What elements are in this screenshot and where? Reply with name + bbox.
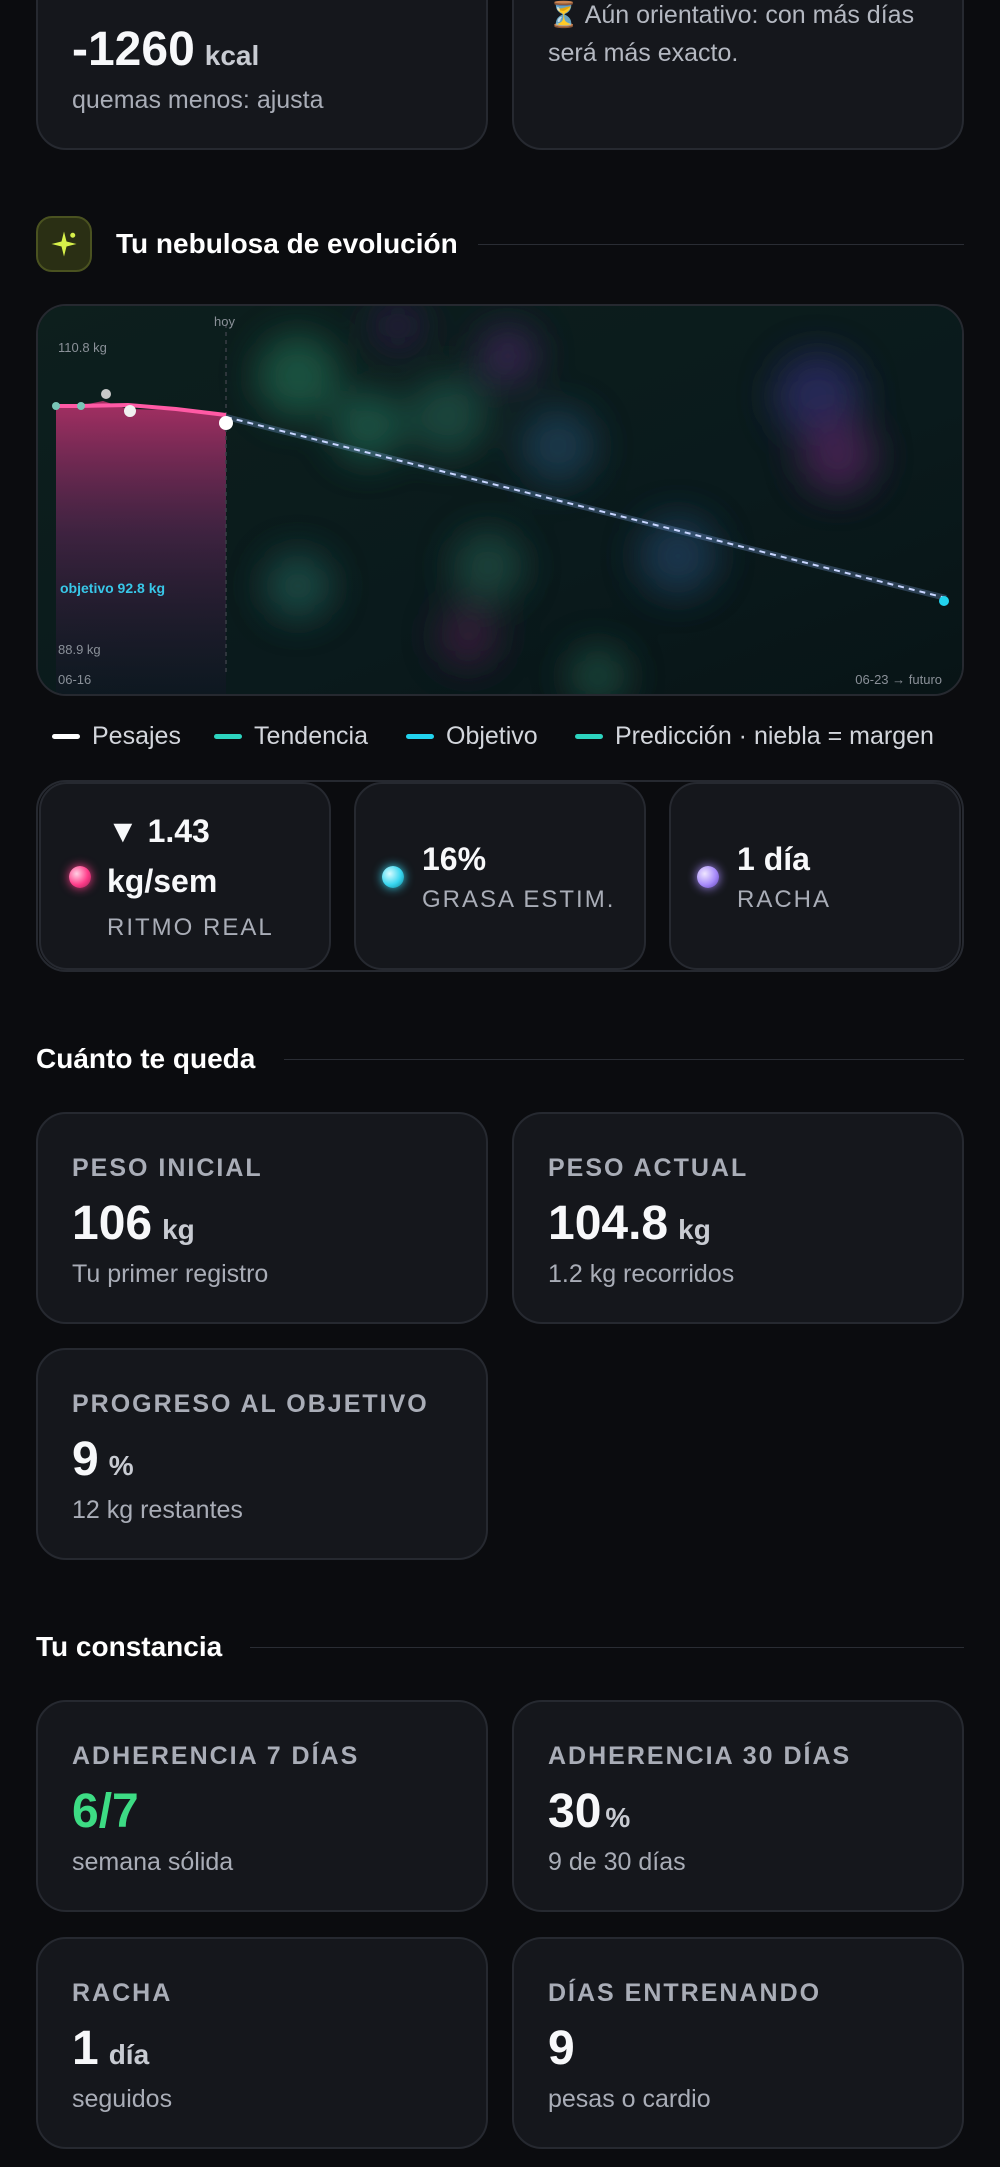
consistency-title: Tu constancia [36,1631,223,1662]
card-label: PESO INICIAL [72,1154,263,1182]
orientative-card: ⏳ Aún orientativo: con más días será más… [512,0,964,150]
goal-point [939,596,949,606]
card-sub: 12 kg restantes [72,1496,243,1524]
divider [250,1647,964,1648]
initial-weight-card: PESO INICIAL 106 kg Tu primer registro [36,1112,488,1324]
stat-rate-value: ▼ 1.43 kg/sem [107,813,218,899]
deficit-card: -1260 kcal quemas menos: ajusta [36,0,488,150]
card-sub: 1.2 kg recorridos [548,1260,735,1288]
legend-swatch [52,734,80,739]
stat-fat-value: 16% [422,841,487,877]
card-value: 6/7 [72,1785,139,1838]
stat-streak-value: 1 día [737,841,810,877]
nebula-icon-badge [36,216,92,272]
card-sub: Tu primer registro [72,1260,269,1288]
card-label: PROGRESO AL OBJETIVO [72,1390,429,1418]
card-sub: pesas o cardio [548,2085,711,2113]
pink-orb-icon [69,866,91,888]
hourglass-icon: ⏳ [548,1,580,29]
current-weight-card: PESO ACTUAL 104.8 kg 1.2 kg recorridos [512,1112,964,1324]
weigh-in-point [101,389,111,399]
goal-progress-card: PROGRESO AL OBJETIVO 9% 12 kg restantes [36,1348,488,1560]
remaining-title: Cuánto te queda [36,1043,256,1074]
card-label: ADHERENCIA 7 DÍAS [72,1742,360,1770]
cyan-orb-icon [382,866,404,888]
legend-goal: Objetivo [406,722,538,751]
nebula-chart: hoy 110.8 kg objetivo 92.8 kg 88.9 kg 06… [36,304,964,696]
deficit-sub: quemas menos: ajusta [72,86,324,114]
stat-streak-label: RACHA [737,886,832,913]
legend-swatch [406,734,434,739]
card-value: 106 kg [72,1197,195,1250]
streak-card: RACHA 1 día seguidos [36,1937,488,2149]
legend-trend: Tendencia [214,722,368,751]
card-label: PESO ACTUAL [548,1154,749,1182]
legend-swatch [575,734,603,739]
card-value: 9 [548,2022,575,2075]
nebula-title: Tu nebulosa de evolución [116,228,458,259]
violet-orb-icon [697,866,719,888]
x-end-label: 06-23 → futuro [855,672,942,687]
adherence-30-card: ADHERENCIA 30 DÍAS 30% 9 de 30 días [512,1700,964,1912]
weigh-in-point [52,402,60,410]
x-start-label: 06-16 [58,672,92,687]
y-bottom-label: 88.9 kg [58,642,101,657]
card-value: 30% [548,1785,631,1838]
card-sub: 9 de 30 días [548,1848,686,1876]
card-label: ADHERENCIA 30 DÍAS [548,1742,852,1770]
stat-rate-label: RITMO REAL [107,914,274,941]
legend-weigh-ins: Pesajes [52,722,181,751]
goal-label: objetivo 92.8 kg [60,580,166,596]
divider [284,1059,964,1060]
deficit-value: -1260 kcal [72,23,260,76]
card-value: 1 día [72,2022,150,2075]
stat-fat: 16% GRASA ESTIM. [354,782,646,970]
y-top-label: 110.8 kg [58,340,107,355]
orientative-text: ⏳ Aún orientativo: con más días será más… [548,1,915,67]
legend-prediction: Predicción · niebla = margen [575,722,934,751]
legend-swatch [214,734,242,739]
weigh-in-point [77,402,85,410]
adherence-7-card: ADHERENCIA 7 DÍAS 6/7 semana sólida [36,1700,488,1912]
weigh-in-point [124,405,136,417]
card-label: DÍAS ENTRENANDO [548,1979,822,2007]
stat-rate: ▼ 1.43 kg/sem RITMO REAL [39,782,331,970]
card-sub: semana sólida [72,1848,234,1876]
nebula-chart-svg [38,306,962,694]
card-value: 9% [72,1433,134,1486]
card-label: RACHA [72,1979,173,2007]
training-days-card: DÍAS ENTRENANDO 9 pesas o cardio [512,1937,964,2149]
today-label: hoy [214,314,235,329]
stat-fat-label: GRASA ESTIM. [422,886,616,913]
divider [478,244,964,245]
weigh-in-point [219,416,233,430]
card-sub: seguidos [72,2085,173,2113]
card-value: 104.8 kg [548,1197,711,1250]
sparkle-icon [51,231,77,257]
stat-streak: 1 día RACHA [669,782,961,970]
